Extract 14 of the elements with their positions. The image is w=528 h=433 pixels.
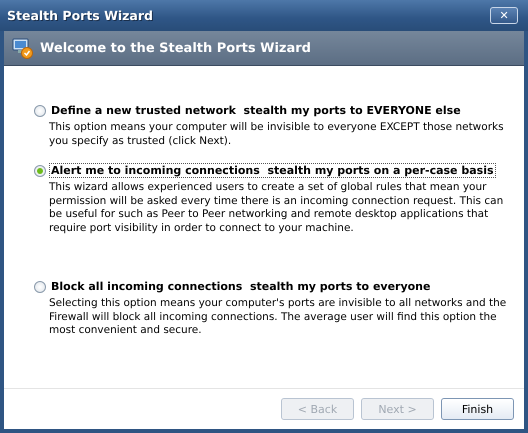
close-button[interactable]: ✕ xyxy=(490,7,518,24)
option-description: This option means your computer will be invisible to everyone EXCEPT those networks you specify as trusted (click Next). xyxy=(49,121,505,148)
radio-button[interactable] xyxy=(34,280,46,292)
option-label[interactable]: Alert me to incoming connections stealth my ports on a per-case basis xyxy=(49,163,496,178)
option-label[interactable]: Define a new trusted network stealth my ports to EVERYONE else xyxy=(49,103,463,118)
radio-button[interactable] xyxy=(34,164,46,176)
option-description: Selecting this option means your computer's ports are invisible to all networks and the Firewall will block all incoming connections. The average user will find this option the most convenient and secure. xyxy=(49,297,508,338)
header-title: Welcome to the Stealth Ports Wizard xyxy=(40,40,311,56)
window-title: Stealth Ports Wizard xyxy=(7,8,153,23)
option-description: This wizard allows experienced users to create a set of global rules that mean your permission will be asked every time there is an incoming connection request. This can be useful for such as Peer to Peer networking and remote desktop applications that require port visibility in order to connect to your machine. xyxy=(49,181,504,235)
option-label[interactable]: Block all incoming connections stealth my ports to everyone xyxy=(49,279,432,294)
wizard-button[interactable]: Finish xyxy=(441,398,514,420)
monitor-shield-icon xyxy=(12,37,34,59)
radio-button[interactable] xyxy=(34,104,46,116)
